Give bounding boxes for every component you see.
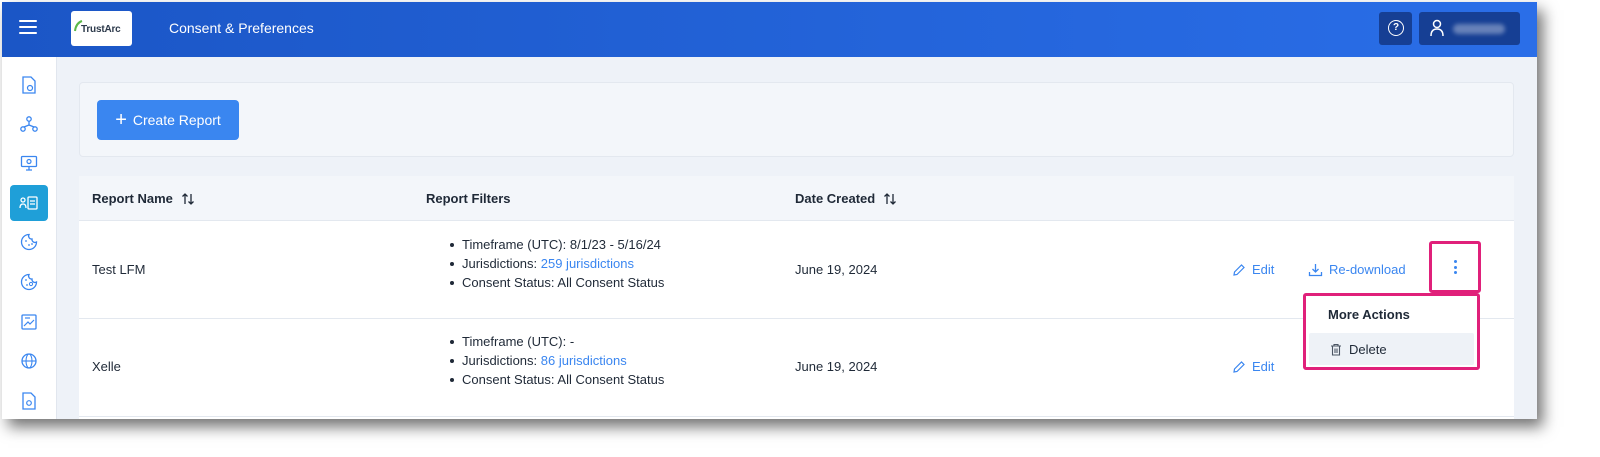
sidebar-item-cookie[interactable] [10, 224, 48, 260]
report-name: Xelle [92, 359, 121, 374]
pencil-icon [1233, 360, 1245, 373]
more-actions-title: More Actions [1328, 307, 1410, 322]
kebab-menu-button[interactable] [1436, 248, 1474, 286]
user-menu-button[interactable] [1419, 12, 1520, 45]
edit-button[interactable]: Edit [1232, 262, 1274, 277]
sidebar [2, 57, 57, 419]
column-date-created-label: Date Created [795, 191, 876, 206]
help-button[interactable]: ? [1379, 12, 1412, 45]
delete-label: Delete [1349, 341, 1387, 357]
sidebar-item-cookie-settings[interactable] [10, 264, 48, 300]
column-report-name-label: Report Name [92, 191, 173, 206]
download-icon [1308, 263, 1323, 276]
report-name: Test LFM [92, 262, 146, 277]
edit-button[interactable]: Edit [1232, 359, 1274, 374]
column-date-created: Date Created [795, 191, 897, 206]
date-created: June 19, 2024 [795, 359, 878, 374]
jurisdictions-link[interactable]: 259 jurisdictions [541, 256, 634, 271]
sort-icon[interactable] [883, 192, 897, 206]
hierarchy-icon [20, 116, 38, 132]
kebab-dot-icon [1453, 260, 1457, 264]
edit-label: Edit [1252, 262, 1275, 277]
sidebar-item-reports[interactable] [10, 185, 48, 221]
filter-jurisdictions: Jurisdictions: 259 jurisdictions [448, 254, 664, 273]
logo-text: TrustArc [81, 24, 121, 35]
more-actions-menu: More Actions Delete [1303, 293, 1480, 370]
pencil-icon [1233, 263, 1245, 276]
globe-icon [21, 353, 37, 369]
sidebar-item-report-document[interactable] [10, 67, 48, 103]
create-report-label: Create Report [132, 112, 221, 128]
document-icon [22, 392, 36, 410]
filter-consent-status: Consent Status: All Consent Status [448, 273, 664, 292]
filter-consent-status: Consent Status: All Consent Status [448, 370, 664, 389]
delete-menu-item[interactable]: Delete [1309, 333, 1474, 365]
user-name-blurred [1453, 24, 1505, 34]
filter-jurisdictions-label: Jurisdictions: [462, 256, 541, 271]
date-created: June 19, 2024 [795, 262, 878, 277]
jurisdictions-link[interactable]: 86 jurisdictions [541, 353, 627, 368]
table-row: Xelle Timeframe (UTC): - Jurisdictions: … [79, 320, 1514, 417]
filter-jurisdictions: Jurisdictions: 86 jurisdictions [448, 351, 664, 370]
kebab-dot-icon [1453, 270, 1457, 274]
filter-jurisdictions-label: Jurisdictions: [462, 353, 541, 368]
reports-icon [19, 196, 38, 210]
column-report-filters: Report Filters [426, 191, 511, 206]
trash-icon [1331, 343, 1341, 356]
plus-icon: + [115, 109, 127, 131]
cookie-settings-icon [20, 273, 38, 291]
image-report-icon [21, 314, 37, 330]
app-title: Consent & Preferences [169, 20, 314, 36]
help-icon: ? [1388, 20, 1404, 36]
column-report-name: Report Name [92, 191, 195, 206]
sort-icon[interactable] [181, 192, 195, 206]
redownload-label: Re-download [1329, 262, 1406, 277]
filter-timeframe: Timeframe (UTC): 8/1/23 - 5/16/24 [448, 235, 664, 254]
create-report-button[interactable]: + Create Report [97, 100, 239, 140]
app-window: TrustArc Consent & Preferences ? + Creat… [2, 2, 1537, 419]
sidebar-item-document[interactable] [10, 383, 48, 419]
table-row: Test LFM Timeframe (UTC): 8/1/23 - 5/16/… [79, 222, 1514, 319]
sidebar-item-globe[interactable] [10, 343, 48, 379]
user-icon [1430, 19, 1444, 37]
filter-timeframe: Timeframe (UTC): - [448, 332, 664, 351]
report-document-icon [22, 76, 36, 94]
report-filters-list: Timeframe (UTC): - Jurisdictions: 86 jur… [448, 332, 664, 389]
hamburger-menu-icon[interactable] [19, 20, 37, 38]
monitor-icon [20, 155, 38, 171]
kebab-dot-icon [1453, 265, 1457, 269]
report-filters-list: Timeframe (UTC): 8/1/23 - 5/16/24 Jurisd… [448, 235, 664, 292]
trustarc-logo[interactable]: TrustArc [71, 11, 132, 46]
sidebar-item-monitor[interactable] [10, 145, 48, 181]
table-header: Report Name Report Filters Date Created [79, 176, 1514, 221]
column-report-filters-label: Report Filters [426, 191, 511, 206]
edit-label: Edit [1252, 359, 1275, 374]
sidebar-item-hierarchy[interactable] [10, 106, 48, 142]
redownload-button[interactable]: Re-download [1308, 262, 1406, 277]
cookie-icon [20, 233, 38, 251]
top-bar: TrustArc Consent & Preferences ? [2, 2, 1537, 57]
toolbar-card: + Create Report [79, 82, 1514, 157]
more-actions-highlight [1429, 241, 1481, 293]
sidebar-item-image-report[interactable] [10, 304, 48, 340]
reports-table: Report Name Report Filters Date Created … [79, 176, 1514, 419]
